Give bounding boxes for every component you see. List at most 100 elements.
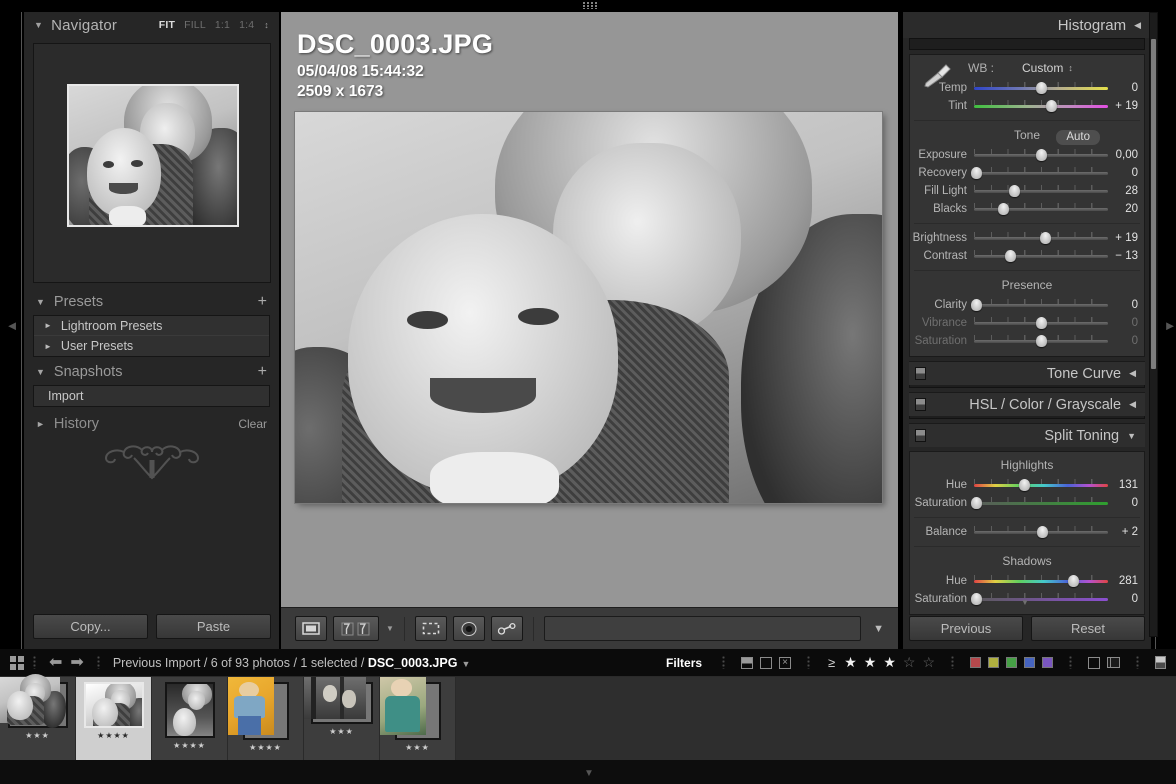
panel-switch-icon[interactable]	[915, 398, 926, 411]
filmstrip-thumbnail[interactable]	[84, 682, 144, 728]
rating-star-5[interactable]: ☆	[922, 654, 935, 671]
slider-value[interactable]: 0	[1108, 497, 1138, 509]
main-photo[interactable]	[295, 112, 882, 503]
filmstrip-toggle-icon[interactable]	[1107, 657, 1120, 668]
rating-star-4[interactable]: ☆	[903, 654, 916, 671]
breadcrumb-chevron-icon[interactable]: ▼	[461, 659, 470, 669]
slider-value[interactable]: 0,00	[1108, 149, 1138, 161]
split-toning-header[interactable]: Split Toning ▼	[909, 423, 1145, 447]
slider-fill-light[interactable]: Fill Light 28	[910, 182, 1144, 200]
before-after-icon[interactable]	[333, 616, 379, 641]
slider-track[interactable]	[974, 250, 1108, 262]
back-arrow-icon[interactable]: ⬅	[49, 655, 62, 671]
histogram-graph[interactable]	[909, 38, 1145, 50]
slider-track[interactable]	[974, 167, 1108, 179]
rating-star-1[interactable]: ★	[844, 654, 857, 671]
slider-knob[interactable]	[998, 203, 1009, 215]
slider-knob[interactable]	[1037, 526, 1048, 538]
slider-blacks[interactable]: Blacks 20	[910, 200, 1144, 218]
slider-knob[interactable]	[1036, 317, 1047, 329]
slider-track[interactable]	[974, 317, 1108, 329]
slider-track[interactable]	[974, 185, 1108, 197]
flag-unflagged-icon[interactable]	[760, 657, 772, 669]
paste-settings-button[interactable]: Paste	[156, 614, 271, 639]
slider-shadows-hue[interactable]: Hue 281	[910, 572, 1144, 590]
slider-exposure[interactable]: Exposure 0,00	[910, 146, 1144, 164]
rating-star-3[interactable]: ★	[883, 654, 896, 671]
slider-highlights-saturation[interactable]: Saturation 0	[910, 494, 1144, 512]
slider-value[interactable]: 20	[1108, 203, 1138, 215]
filmstrip-item-1[interactable]: ★★★	[0, 677, 76, 760]
nav-mode-fit[interactable]: FIT	[159, 19, 175, 31]
filmstrip-item-5[interactable]: ★★★	[304, 677, 380, 760]
flag-rejected-icon[interactable]	[779, 657, 791, 669]
toolbar-options-chevron-icon[interactable]: ▼	[873, 623, 884, 635]
slider-track[interactable]	[974, 149, 1108, 161]
previous-button[interactable]: Previous	[909, 616, 1023, 641]
slider-track[interactable]	[974, 497, 1108, 509]
eyedropper-icon[interactable]	[920, 61, 954, 91]
copy-settings-button[interactable]: Copy...	[33, 614, 148, 639]
breadcrumb[interactable]: Previous Import / 6 of 93 photos / 1 sel…	[113, 656, 471, 670]
slider-value[interactable]: 28	[1108, 185, 1138, 197]
slider-value[interactable]: + 2	[1108, 526, 1138, 538]
grid-view-icon[interactable]	[10, 656, 24, 670]
slider-knob[interactable]	[1036, 82, 1047, 94]
history-clear-button[interactable]: Clear	[238, 417, 267, 431]
presets-header[interactable]: ▼ Presets +	[24, 288, 279, 315]
slider-track[interactable]	[974, 575, 1108, 587]
collapse-arrow-icon[interactable]: ◀	[1134, 20, 1141, 31]
slider-knob[interactable]	[1036, 335, 1047, 347]
wb-stepper-icon[interactable]: ↕	[1068, 63, 1073, 73]
color-label-yellow[interactable]	[988, 657, 999, 668]
slider-track[interactable]	[974, 82, 1108, 94]
right-panel-scrollbar[interactable]	[1149, 12, 1158, 637]
reset-button[interactable]: Reset	[1031, 616, 1145, 641]
view-options-chevron-icon[interactable]: ▼	[386, 624, 394, 633]
image-preview-area[interactable]: DSC_0003.JPG 05/04/08 15:44:32 2509 x 16…	[281, 12, 898, 649]
add-preset-button[interactable]: +	[258, 294, 267, 310]
slider-value[interactable]: 0	[1108, 167, 1138, 179]
toolbar-info-field[interactable]	[544, 616, 861, 641]
slider-knob[interactable]	[1036, 149, 1047, 161]
filmstrip-item-6[interactable]: ★★★	[380, 677, 456, 760]
slider-track[interactable]	[974, 526, 1108, 538]
color-label-purple[interactable]	[1042, 657, 1053, 668]
slider-track[interactable]	[974, 100, 1108, 112]
slider-knob[interactable]	[1046, 100, 1057, 112]
filmstrip-thumbnail[interactable]	[395, 682, 441, 740]
slider-value[interactable]: + 19	[1108, 232, 1138, 244]
slider-track[interactable]	[974, 335, 1108, 347]
slider-track[interactable]	[974, 299, 1108, 311]
slider-contrast[interactable]: Contrast − 13	[910, 247, 1144, 265]
flag-picked-icon[interactable]	[741, 657, 753, 669]
slider-value[interactable]: 0	[1108, 593, 1138, 605]
loupe-view-icon[interactable]	[295, 616, 327, 641]
filmstrip-item-3[interactable]: ★★★★	[152, 677, 228, 760]
add-snapshot-button[interactable]: +	[258, 364, 267, 380]
slider-clarity[interactable]: Clarity 0	[910, 296, 1144, 314]
filmstrip-thumbnail[interactable]	[8, 682, 68, 728]
auto-tone-button[interactable]: Auto	[1056, 130, 1100, 145]
rating-star-2[interactable]: ★	[864, 654, 877, 671]
slider-value[interactable]: 0	[1108, 335, 1138, 347]
color-label-green[interactable]	[1006, 657, 1017, 668]
panel-switch-icon[interactable]	[915, 367, 926, 380]
slider-recovery[interactable]: Recovery 0	[910, 164, 1144, 182]
navigator-header[interactable]: ▼ Navigator FIT FILL 1:1 1:4 ↕	[24, 12, 279, 38]
color-label-red[interactable]	[970, 657, 981, 668]
second-window-icon[interactable]	[1155, 656, 1166, 669]
slider-track[interactable]	[974, 203, 1108, 215]
slider-knob[interactable]	[1019, 479, 1030, 491]
preset-group-user[interactable]: ► User Presets	[34, 336, 269, 356]
panel-scroll-caret-icon[interactable]: ▼	[1021, 598, 1029, 607]
filmstrip-thumbnail[interactable]	[165, 682, 215, 738]
window-top-grip[interactable]	[0, 0, 1176, 12]
hsl-color-grayscale-header[interactable]: HSL / Color / Grayscale ◀	[909, 392, 1145, 416]
color-label-blue[interactable]	[1024, 657, 1035, 668]
panel-switch-icon[interactable]	[915, 429, 926, 442]
slider-value[interactable]: + 19	[1108, 100, 1138, 112]
nav-zoom-stepper-icon[interactable]: ↕	[264, 20, 269, 30]
slider-value[interactable]: 0	[1108, 299, 1138, 311]
slider-track[interactable]	[974, 593, 1108, 605]
